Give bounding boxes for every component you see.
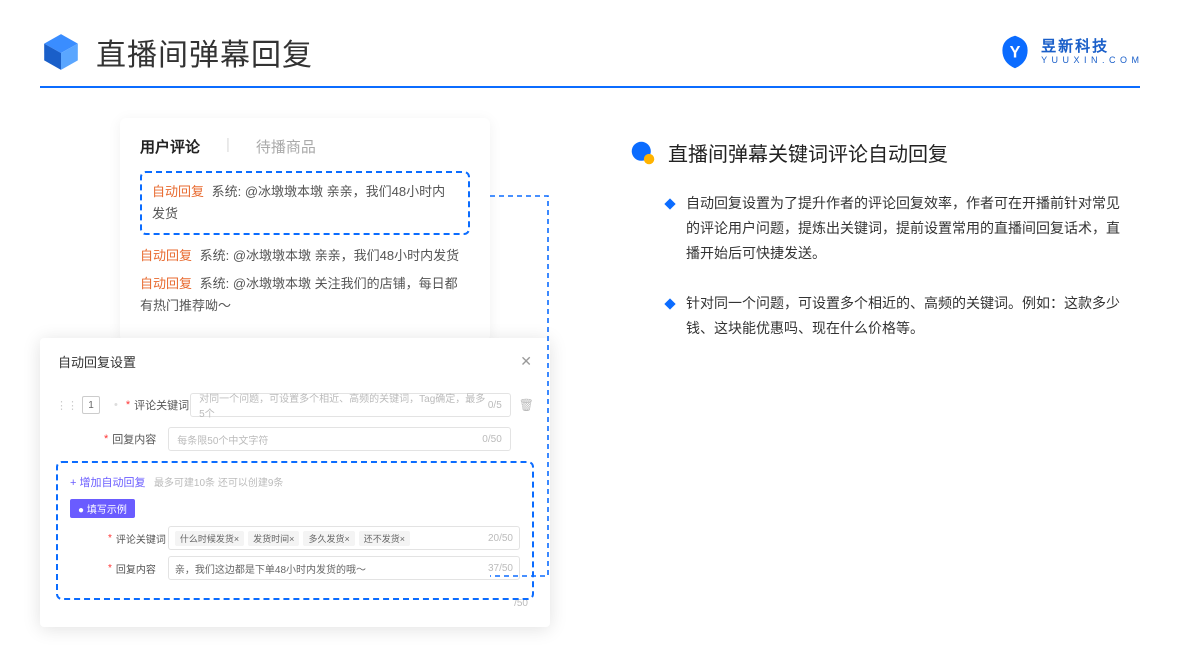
bullet-text: 针对同一个问题，可设置多个相近的、高频的关键词。例如：这款多少钱、这块能优惠吗、… (686, 291, 1130, 341)
tab-user-comments[interactable]: 用户评论 (140, 136, 200, 157)
description-area: 直播间弹幕关键词评论自动回复 自动回复设置为了提升作者的评论回复效率，作者可在开… (570, 118, 1130, 365)
content-input[interactable]: 每条限50个中文字符 0/50 (168, 427, 510, 451)
section-title: 直播间弹幕关键词评论自动回复 (668, 138, 948, 167)
keyword-chip[interactable]: 什么时候发货× (175, 531, 244, 546)
close-icon[interactable]: ✕ (520, 353, 532, 370)
add-auto-reply-link[interactable]: + 增加自动回复 (70, 477, 145, 489)
bubble-icon (630, 140, 656, 166)
brand-name-en: Y U U X I N . C O M (1041, 55, 1140, 65)
ex-keyword-label: 评论关键词 (116, 531, 168, 546)
keyword-chip[interactable]: 还不发货× (359, 531, 410, 546)
comments-card: 用户评论 | 待播商品 自动回复 系统: @冰墩墩本墩 亲亲，我们48小时内发货… (120, 118, 490, 341)
auto-reply-settings-card: 自动回复设置 ✕ ⋮⋮ 1 • * 评论关键词 对同一个问题，可设置多个相近、高… (40, 338, 550, 627)
keyword-input[interactable]: 对同一个问题，可设置多个相近、高频的关键词，Tag确定，最多5个 0/5 (190, 393, 511, 417)
diamond-icon (664, 198, 675, 209)
add-hint: 最多可建10条 还可以创建9条 (154, 478, 283, 489)
ex-content-input[interactable]: 亲，我们这边都是下单48小时内发货的哦～ 37/50 (168, 556, 520, 580)
drag-handle-icon[interactable]: ⋮⋮ (56, 399, 78, 412)
ex-content-label: 回复内容 (116, 561, 168, 576)
page-header: 直播间弹幕回复 Y 昱新科技 Y U U X I N . C O M (0, 0, 1180, 86)
bullet-text: 自动回复设置为了提升作者的评论回复效率，作者可在开播前针对常见的评论用户问题，提… (686, 191, 1130, 267)
cube-icon (40, 31, 82, 73)
settings-title: 自动回复设置 (58, 352, 136, 371)
keyword-chip[interactable]: 多久发货× (303, 531, 354, 546)
rule-index: 1 (82, 396, 100, 414)
svg-text:Y: Y (1010, 43, 1021, 61)
trash-icon[interactable]: 🗑 (519, 398, 534, 412)
page-title: 直播间弹幕回复 (96, 30, 313, 74)
keyword-chip[interactable]: 发货时间× (248, 531, 299, 546)
highlighted-comment: 自动回复 系统: @冰墩墩本墩 亲亲，我们48小时内发货 (140, 171, 470, 235)
keyword-label: 评论关键词 (134, 397, 190, 413)
tab-divider: | (226, 136, 230, 157)
comment-text: 系统: @冰墩墩本墩 亲亲，我们48小时内发货 (200, 248, 460, 263)
content-label: 回复内容 (112, 431, 168, 447)
screenshot-area: 用户评论 | 待播商品 自动回复 系统: @冰墩墩本墩 亲亲，我们48小时内发货… (40, 118, 570, 365)
example-box: + 增加自动回复 最多可建10条 还可以创建9条 ● 填写示例 * 评论关键词 … (56, 461, 534, 600)
ex-keyword-input[interactable]: 什么时候发货×发货时间×多久发货×还不发货× 20/50 (168, 526, 520, 550)
brand-name-cn: 昱新科技 (1041, 39, 1140, 56)
example-badge: ● 填写示例 (70, 499, 135, 518)
tab-pending-goods[interactable]: 待播商品 (256, 136, 316, 157)
diamond-icon (664, 298, 675, 309)
auto-reply-tag: 自动回复 (140, 276, 192, 291)
auto-reply-tag: 自动回复 (140, 248, 192, 263)
auto-reply-tag: 自动回复 (152, 184, 204, 199)
brand-logo: Y 昱新科技 Y U U X I N . C O M (997, 34, 1140, 70)
